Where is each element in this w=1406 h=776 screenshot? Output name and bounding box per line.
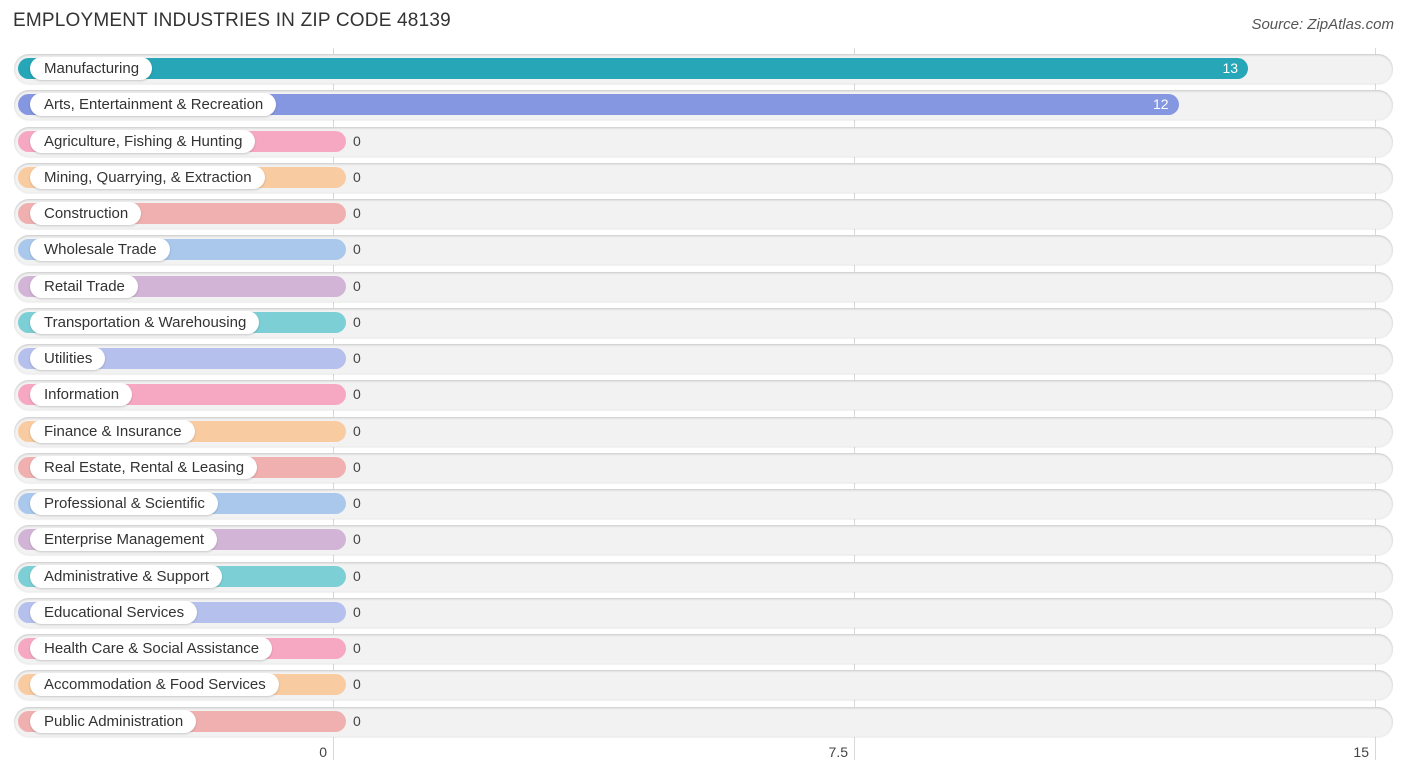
category-label: Wholesale Trade: [30, 238, 170, 262]
category-label: Administrative & Support: [30, 564, 223, 588]
source-note: Source: ZipAtlas.com: [1251, 16, 1394, 33]
data-label: 0: [353, 531, 361, 548]
data-label: 0: [353, 495, 361, 511]
bar-row: Finance & Insurance 0: [14, 416, 1393, 447]
data-label: 0: [353, 350, 361, 366]
bar-row: Wholesale Trade 0: [14, 235, 1393, 266]
bar-row: Real Estate, Rental & Leasing 0: [14, 452, 1393, 483]
category-label: Agriculture, Fishing & Hunting: [30, 129, 256, 153]
data-label: 0: [353, 422, 361, 439]
x-tick-label: 15: [1353, 744, 1369, 760]
bar-row: Professional & Scientific 0: [14, 489, 1393, 519]
category-label: Finance & Insurance: [30, 419, 195, 443]
category-label: Information: [30, 383, 133, 407]
bar-row: Mining, Quarrying, & Extraction 0: [14, 162, 1393, 193]
category-label: Arts, Entertainment & Recreation: [30, 93, 277, 117]
bar-row: Information 0: [14, 380, 1393, 411]
data-label: 0: [353, 567, 361, 584]
data-label: 0: [353, 205, 361, 221]
bar-row: Manufacturing 13: [14, 54, 1393, 84]
data-label: 0: [353, 386, 361, 403]
chart-title: EMPLOYMENT INDUSTRIES IN ZIP CODE 48139: [13, 10, 451, 31]
data-label: 0: [353, 168, 361, 185]
data-label: 0: [353, 241, 361, 258]
category-label: Retail Trade: [30, 274, 138, 298]
category-label: Health Care & Social Assistance: [30, 637, 273, 660]
bar-row: Utilities 0: [14, 344, 1393, 374]
category-label: Real Estate, Rental & Leasing: [30, 455, 258, 479]
data-label: 0: [353, 603, 361, 620]
bar-row: Enterprise Management 0: [14, 525, 1393, 556]
bar-row: Health Care & Social Assistance 0: [14, 634, 1393, 664]
data-label: 0: [353, 313, 361, 330]
category-label: Construction: [30, 202, 142, 225]
data-label: 0: [353, 277, 361, 294]
data-label: 0: [353, 676, 361, 693]
data-label: 0: [353, 712, 361, 729]
data-label: 0: [353, 458, 361, 475]
bar-row: Agriculture, Fishing & Hunting 0: [14, 126, 1393, 157]
bar-row: Construction 0: [14, 199, 1393, 229]
category-label: Transportation & Warehousing: [30, 310, 260, 334]
bar-row: Educational Services 0: [14, 597, 1393, 628]
category-label: Utilities: [30, 347, 106, 370]
bar-row: Accommodation & Food Services 0: [14, 670, 1393, 701]
category-label: Accommodation & Food Services: [30, 673, 279, 697]
data-label: 12: [1153, 96, 1169, 113]
data-label: 0: [353, 132, 361, 149]
x-tick-label: 7.5: [828, 744, 848, 760]
category-label: Public Administration: [30, 709, 197, 733]
bar: [18, 58, 1249, 79]
category-label: Manufacturing: [30, 57, 153, 80]
data-label: 13: [1222, 60, 1239, 76]
bar-row: Retail Trade 0: [14, 271, 1393, 302]
bar-row: Administrative & Support 0: [14, 561, 1393, 592]
category-label: Educational Services: [30, 600, 198, 624]
category-label: Mining, Quarrying, & Extraction: [30, 165, 265, 189]
category-label: Professional & Scientific: [30, 492, 218, 515]
bar-row: Arts, Entertainment & Recreation 12: [14, 90, 1393, 121]
data-label: 0: [353, 640, 361, 656]
bar-row: Public Administration 0: [14, 706, 1393, 737]
x-tick-label: 0: [319, 744, 327, 760]
category-label: Enterprise Management: [30, 528, 218, 552]
bar-row: Transportation & Warehousing 0: [14, 307, 1393, 338]
